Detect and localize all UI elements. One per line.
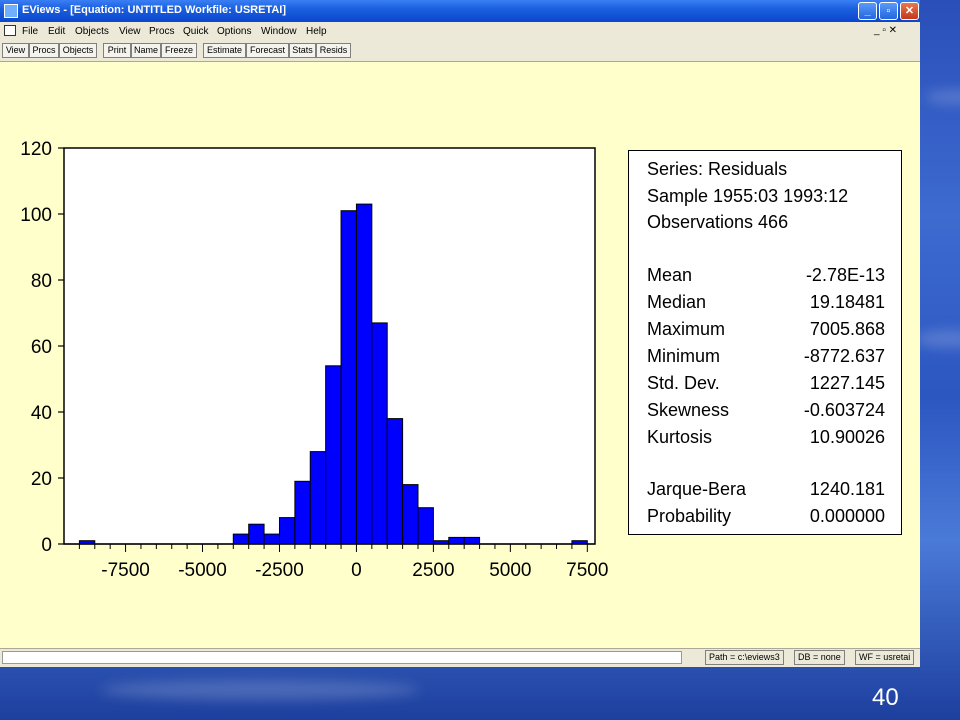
freeze-button[interactable]: Freeze	[161, 43, 197, 58]
slide-number: 40	[872, 684, 899, 711]
status-db: DB = none	[794, 650, 845, 665]
stat-label: Probability	[647, 506, 732, 526]
y-tick-label: 100	[20, 205, 52, 226]
residual-histogram: 0 20 40 60 80 100 120 -7500 -5000 -2500 0 2500 5000…	[20, 139, 608, 581]
procs-button[interactable]: Procs	[29, 43, 59, 58]
menu-help[interactable]: Help	[306, 26, 327, 37]
x-tick-label: -2500	[255, 560, 304, 581]
stat-value: 1227.145	[809, 373, 885, 393]
close-button[interactable]: ✕	[900, 2, 919, 20]
menu-quick[interactable]: Quick	[183, 26, 209, 37]
menu-bar: File Edit Objects View Procs Quick Optio…	[0, 22, 920, 41]
histogram-bar	[309, 451, 327, 545]
stat-value: 7005.868	[809, 319, 885, 339]
histogram-bar	[355, 203, 373, 545]
stat-label: Median	[647, 292, 707, 312]
stat-value: 1240.181	[809, 479, 885, 499]
x-tick-label: -5000	[178, 560, 227, 581]
minimize-button[interactable]: _	[858, 2, 877, 20]
objects-button[interactable]: Objects	[59, 43, 97, 58]
descriptive-stats-panel: Series: Residuals Sample 1955:03 1993:12…	[628, 150, 902, 535]
histogram-bar	[340, 210, 357, 545]
resids-button[interactable]: Resids	[316, 43, 351, 58]
document-icon[interactable]	[4, 25, 16, 36]
stat-label: Std. Dev.	[647, 373, 720, 393]
stat-value: 10.90026	[809, 427, 885, 447]
estimate-button[interactable]: Estimate	[203, 43, 246, 58]
background-streak	[915, 330, 960, 348]
stats-sample: Sample 1955:03 1993:12	[647, 186, 849, 206]
status-bar: Path = c:\eviews3 DB = none WF = usretai	[0, 648, 920, 667]
stat-value: -2.78E-13	[805, 265, 885, 285]
name-button[interactable]: Name	[131, 43, 161, 58]
stat-value: -0.603724	[803, 400, 885, 420]
x-tick-label: 7500	[566, 560, 608, 581]
x-tick-label: 2500	[412, 560, 454, 581]
histogram-bar	[371, 322, 388, 545]
histogram-bar	[325, 365, 342, 545]
x-tick-label: 0	[351, 560, 362, 581]
status-workfile: WF = usretai	[855, 650, 915, 665]
histogram-bar	[263, 533, 280, 545]
menu-view[interactable]: View	[119, 26, 141, 37]
y-tick-label: 120	[20, 139, 52, 160]
document-window-controls[interactable]: _ ▫ ✕	[874, 25, 897, 36]
histogram-bar	[232, 533, 250, 545]
y-tick-label: 0	[41, 535, 52, 556]
background-streak	[100, 680, 420, 700]
eviews-app-icon	[4, 4, 18, 18]
horizontal-scrollbar[interactable]	[2, 651, 682, 664]
stat-label: Maximum	[647, 319, 726, 339]
x-tick-label: 5000	[489, 560, 531, 581]
x-tick-label: -7500	[101, 560, 150, 581]
y-tick-label: 20	[31, 469, 52, 490]
eviews-window: EViews - [Equation: UNTITLED Workfile: U…	[0, 0, 920, 667]
stats-button[interactable]: Stats	[289, 43, 316, 58]
menu-objects[interactable]: Objects	[75, 26, 109, 37]
histogram-bar	[417, 507, 434, 545]
window-title: EViews - [Equation: UNTITLED Workfile: U…	[22, 4, 287, 16]
menu-window[interactable]: Window	[261, 26, 297, 37]
stat-value: -8772.637	[803, 346, 885, 366]
forecast-button[interactable]: Forecast	[246, 43, 289, 58]
status-path: Path = c:\eviews3	[705, 650, 784, 665]
stat-label: Jarque-Bera	[647, 479, 747, 499]
equation-toolbar: View Procs Objects Print Name Freeze Est…	[0, 41, 920, 62]
histogram-bar	[386, 418, 404, 545]
stat-label: Skewness	[647, 400, 730, 420]
title-bar[interactable]: EViews - [Equation: UNTITLED Workfile: U…	[0, 0, 920, 22]
histogram-bar	[248, 523, 265, 545]
menu-procs[interactable]: Procs	[149, 26, 175, 37]
menu-options[interactable]: Options	[217, 26, 251, 37]
menu-edit[interactable]: Edit	[48, 26, 65, 37]
menu-file[interactable]: File	[22, 26, 38, 37]
stat-label: Minimum	[647, 346, 721, 366]
y-tick-label: 40	[31, 403, 52, 424]
histogram-bar	[294, 480, 311, 545]
histogram-bar	[463, 536, 481, 545]
histogram-bar	[448, 536, 465, 545]
histogram-bar	[278, 517, 296, 545]
y-tick-label: 60	[31, 337, 52, 358]
print-button[interactable]: Print	[103, 43, 131, 58]
stats-observations: Observations 466	[647, 212, 789, 232]
stat-value: 19.18481	[809, 292, 885, 312]
stat-label: Kurtosis	[647, 427, 713, 447]
histogram-bar	[402, 484, 419, 545]
stat-value: 0.000000	[809, 506, 885, 526]
view-button[interactable]: View	[2, 43, 29, 58]
y-tick-label: 80	[31, 271, 52, 292]
maximize-button[interactable]: ▫	[879, 2, 898, 20]
stats-series-name: Series: Residuals	[647, 159, 788, 179]
stat-label: Mean	[647, 265, 693, 285]
background-streak	[925, 90, 960, 104]
